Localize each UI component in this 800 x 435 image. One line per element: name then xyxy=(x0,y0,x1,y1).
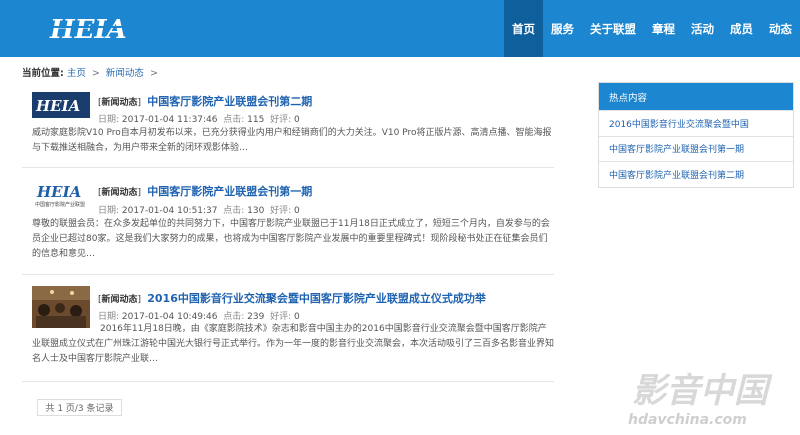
heia-logo-thumbnail[interactable]: HEIA xyxy=(32,92,90,118)
breadcrumb-separator: > xyxy=(149,68,158,79)
nav-charter[interactable]: 章程 xyxy=(644,0,683,57)
article-category: [新闻动态] xyxy=(98,98,142,108)
article-excerpt: 尊敬的联盟会员：在众多发起单位的共同努力下，中国客厅影院产业联盟已于11月18日… xyxy=(32,219,550,259)
nav-members[interactable]: 成员 xyxy=(722,0,761,57)
article-item: HEIA 中国客厅影院产业联盟 [新闻动态] 中国客厅影院产业联盟会刊第一期 日… xyxy=(22,175,554,275)
article-category: [新闻动态] xyxy=(98,188,142,198)
main-nav: 首页 服务 关于联盟 章程 活动 成员 动态 xyxy=(504,0,800,57)
svg-text:HEIA: HEIA xyxy=(35,97,80,115)
svg-text:hdavchina.com: hdavchina.com xyxy=(628,412,747,428)
article-excerpt: 2016年11月18日晚，由《家庭影院技术》杂志和影音中国主办的2016中国影音… xyxy=(32,324,555,364)
hot-content-link[interactable]: 中国客厅影院产业联盟会刊第二期 xyxy=(599,161,793,187)
article-meta: 日期: 2017-01-04 10:49:46 点击: 239 好评: 0 xyxy=(98,312,300,322)
svg-text:中国客厅影院产业联盟: 中国客厅影院产业联盟 xyxy=(35,201,85,208)
nav-services[interactable]: 服务 xyxy=(543,0,582,57)
hot-content-panel: 热点内容 2016中国影音行业交流聚会暨中国 中国客厅影院产业联盟会刊第一期 中… xyxy=(598,82,794,188)
svg-text:影音中国: 影音中国 xyxy=(632,371,773,411)
breadcrumb-home-link[interactable]: 主页 xyxy=(67,68,86,79)
hot-content-title: 热点内容 xyxy=(599,83,793,110)
nav-events[interactable]: 活动 xyxy=(683,0,722,57)
hot-content-link[interactable]: 2016中国影音行业交流聚会暨中国 xyxy=(599,110,793,136)
article-item: HEIA [新闻动态] 中国客厅影院产业联盟会刊第二期 日期: 2017-01-… xyxy=(22,88,554,168)
nav-news[interactable]: 动态 xyxy=(761,0,800,57)
svg-text:HEIA: HEIA xyxy=(49,15,127,44)
breadcrumb-label: 当前位置: xyxy=(22,68,64,79)
article-meta: 日期: 2017-01-04 11:37:46 点击: 115 好评: 0 xyxy=(98,115,300,125)
breadcrumb-separator: > xyxy=(91,68,100,79)
article-item: [新闻动态] 2016中国影音行业交流聚会暨中国客厅影院产业联盟成立仪式成功举 … xyxy=(22,282,554,382)
heia-logo-thumbnail[interactable]: HEIA 中国客厅影院产业联盟 xyxy=(32,180,90,208)
article-excerpt: 威动家庭影院V10 Pro自本月初发布以来，已充分获得业内用户和经销商们的大力关… xyxy=(32,128,552,153)
heia-logo[interactable]: HEIA xyxy=(48,12,138,44)
top-header: HEIA 首页 服务 关于联盟 章程 活动 成员 动态 xyxy=(0,0,800,57)
breadcrumb-current-link[interactable]: 新闻动态 xyxy=(106,68,144,79)
nav-home[interactable]: 首页 xyxy=(504,0,543,57)
hot-content-link[interactable]: 中国客厅影院产业联盟会刊第一期 xyxy=(599,135,793,162)
article-category: [新闻动态] xyxy=(98,295,142,305)
nav-about[interactable]: 关于联盟 xyxy=(582,0,644,57)
pagination-info: 共 1 页/3 条记录 xyxy=(37,399,122,416)
hdavchina-watermark: 影音中国 hdavchina.com xyxy=(628,371,773,428)
article-title-link[interactable]: 2016中国影音行业交流聚会暨中国客厅影院产业联盟成立仪式成功举 xyxy=(147,292,486,305)
article-title-link[interactable]: 中国客厅影院产业联盟会刊第二期 xyxy=(147,95,312,108)
svg-text:HEIA: HEIA xyxy=(36,183,81,201)
breadcrumb: 当前位置: 主页 > 新闻动态 > xyxy=(22,65,161,79)
article-meta: 日期: 2017-01-04 10:51:37 点击: 130 好评: 0 xyxy=(98,206,300,216)
article-title-link[interactable]: 中国客厅影院产业联盟会刊第一期 xyxy=(147,185,312,198)
